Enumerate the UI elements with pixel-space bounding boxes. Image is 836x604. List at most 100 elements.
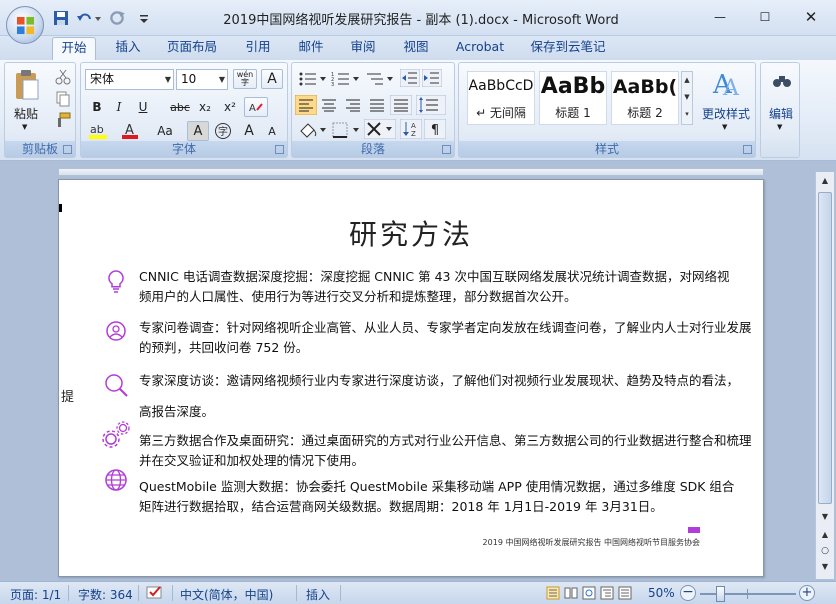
binoculars-icon [773, 76, 791, 87]
change-case-button[interactable]: Aa [152, 121, 178, 141]
copy-icon[interactable] [55, 91, 71, 107]
tab-save-to-cloud[interactable]: 保存到云笔记 [527, 37, 609, 60]
clear-formatting-button[interactable]: A [244, 97, 268, 117]
font-launcher[interactable] [275, 145, 284, 154]
strikethrough-button[interactable]: abc [167, 97, 193, 117]
zoom-level[interactable]: 50% [648, 586, 675, 600]
scroll-up-icon[interactable]: ▲ [818, 174, 832, 188]
minimize-button[interactable]: — [706, 6, 734, 28]
previous-page-icon[interactable]: ▲ [818, 530, 832, 539]
language-indicator[interactable]: 中文(简体，中国) [180, 586, 273, 603]
highlight-icon: ab [89, 123, 107, 139]
save-icon[interactable] [53, 9, 69, 27]
character-border-button[interactable]: A [261, 69, 283, 89]
shading-icon[interactable] [298, 121, 328, 139]
next-page-icon[interactable]: ▼ [818, 562, 832, 571]
web-layout-icon[interactable] [582, 586, 596, 600]
status-separator [340, 585, 341, 601]
numbering-icon[interactable]: 123 [331, 71, 361, 87]
format-painter-icon[interactable] [55, 112, 71, 128]
bold-button[interactable]: B [87, 97, 107, 117]
subscript-button[interactable]: x₂ [193, 97, 217, 117]
outline-view-icon[interactable] [600, 586, 614, 600]
clipboard-launcher[interactable] [63, 145, 72, 154]
bullets-icon[interactable] [298, 71, 328, 87]
shrink-font-button[interactable]: A [261, 121, 283, 141]
change-styles-icon: AA [712, 70, 740, 99]
enclose-characters-icon: 字 [215, 123, 231, 139]
customize-qat-icon[interactable] [138, 9, 150, 27]
align-center-icon[interactable] [318, 95, 340, 115]
font-color-button[interactable]: A [119, 121, 141, 141]
styles-gallery-scroll[interactable]: ▲ ▼ ▾ [681, 71, 693, 125]
align-left-icon[interactable] [295, 95, 317, 115]
cut-icon[interactable] [55, 69, 71, 85]
zoom-in-button[interactable]: + [799, 585, 815, 601]
multilevel-list-icon[interactable] [365, 71, 395, 87]
justify-icon[interactable] [366, 95, 388, 115]
character-shading-button[interactable]: A [187, 121, 209, 141]
change-styles-button[interactable]: AA 更改样式 ▼ [699, 67, 753, 139]
decrease-indent-icon[interactable] [400, 69, 420, 87]
tab-page-layout[interactable]: 页面布局 [160, 37, 224, 60]
horizontal-ruler[interactable] [58, 168, 764, 176]
editing-button[interactable]: 编辑 ▼ [763, 67, 799, 139]
highlight-button[interactable]: ab [87, 121, 109, 141]
method-item-3-continued: 高报告深度。 [139, 404, 215, 419]
style-heading-2[interactable]: AaBb( 标题 2 [611, 71, 679, 125]
full-screen-reading-icon[interactable] [564, 586, 578, 600]
word-count[interactable]: 字数: 364 [78, 586, 133, 603]
paste-button[interactable]: 粘贴 ▼ [9, 67, 43, 139]
underline-button[interactable]: U [132, 97, 154, 117]
sort-icon[interactable]: AZ [400, 119, 422, 139]
tab-view[interactable]: 视图 [394, 37, 438, 60]
insert-mode[interactable]: 插入 [306, 586, 330, 603]
line-spacing-icon[interactable] [416, 95, 446, 115]
tab-acrobat[interactable]: Acrobat [450, 37, 510, 60]
undo-icon[interactable] [76, 9, 102, 27]
redo-icon[interactable] [108, 9, 126, 27]
tab-review[interactable]: 审阅 [341, 37, 385, 60]
font-name-combo[interactable]: 宋体 ▼ [85, 69, 174, 90]
paragraph-launcher[interactable] [442, 145, 451, 154]
svg-text:3: 3 [331, 82, 334, 87]
chinese-layout-icon[interactable] [364, 119, 396, 139]
vertical-scrollbar[interactable]: ▲ ▼ ▲ ○ ▼ [815, 172, 834, 579]
office-button[interactable] [6, 6, 44, 44]
clear-formatting-icon: A [249, 103, 263, 114]
scroll-thumb[interactable] [818, 192, 832, 504]
draft-view-icon[interactable] [618, 586, 632, 600]
tab-mailings[interactable]: 邮件 [289, 37, 333, 60]
align-right-icon[interactable] [342, 95, 364, 115]
enclose-characters-button[interactable]: 字 [212, 121, 234, 141]
show-hide-marks-icon[interactable]: ¶ [424, 119, 446, 139]
editing-group: 编辑 ▼ [760, 62, 800, 158]
page-indicator[interactable]: 页面: 1/1 [10, 586, 61, 603]
borders-icon[interactable] [331, 121, 361, 139]
close-button[interactable]: ✕ [797, 6, 825, 28]
styles-launcher[interactable] [743, 145, 752, 154]
tab-insert[interactable]: 插入 [106, 37, 150, 60]
scroll-down-icon[interactable]: ▼ [818, 512, 832, 521]
phonetic-guide-button[interactable]: wén 字 [233, 69, 257, 89]
browse-object-icon[interactable]: ○ [818, 546, 832, 556]
print-layout-view-icon[interactable] [546, 586, 560, 600]
tab-home[interactable]: 开始 [52, 37, 96, 60]
style-heading-1[interactable]: AaBb 标题 1 [539, 71, 607, 125]
status-separator [296, 585, 297, 601]
grow-font-button[interactable]: A [238, 121, 260, 141]
zoom-slider[interactable] [700, 586, 796, 602]
superscript-button[interactable]: x² [218, 97, 242, 117]
proofing-icon[interactable] [146, 585, 166, 601]
zoom-slider-thumb[interactable] [716, 586, 725, 602]
increase-indent-icon[interactable] [422, 69, 442, 87]
document-page[interactable]: 研究方法 提 CNNIC 电话调查数据深度挖掘：深度挖掘 CNNIC 第 43 … [58, 179, 764, 577]
style-no-spacing[interactable]: AaBbCcD ↵ 无间隔 [467, 71, 535, 125]
tab-references[interactable]: 引用 [236, 37, 280, 60]
font-size-combo[interactable]: 10 ▼ [176, 69, 228, 90]
distributed-icon[interactable] [390, 95, 412, 115]
italic-button[interactable]: I [109, 97, 129, 117]
maximize-button[interactable]: ☐ [751, 6, 779, 28]
zoom-out-button[interactable]: − [680, 585, 696, 601]
paragraph-group-label: 段落 [292, 141, 454, 157]
